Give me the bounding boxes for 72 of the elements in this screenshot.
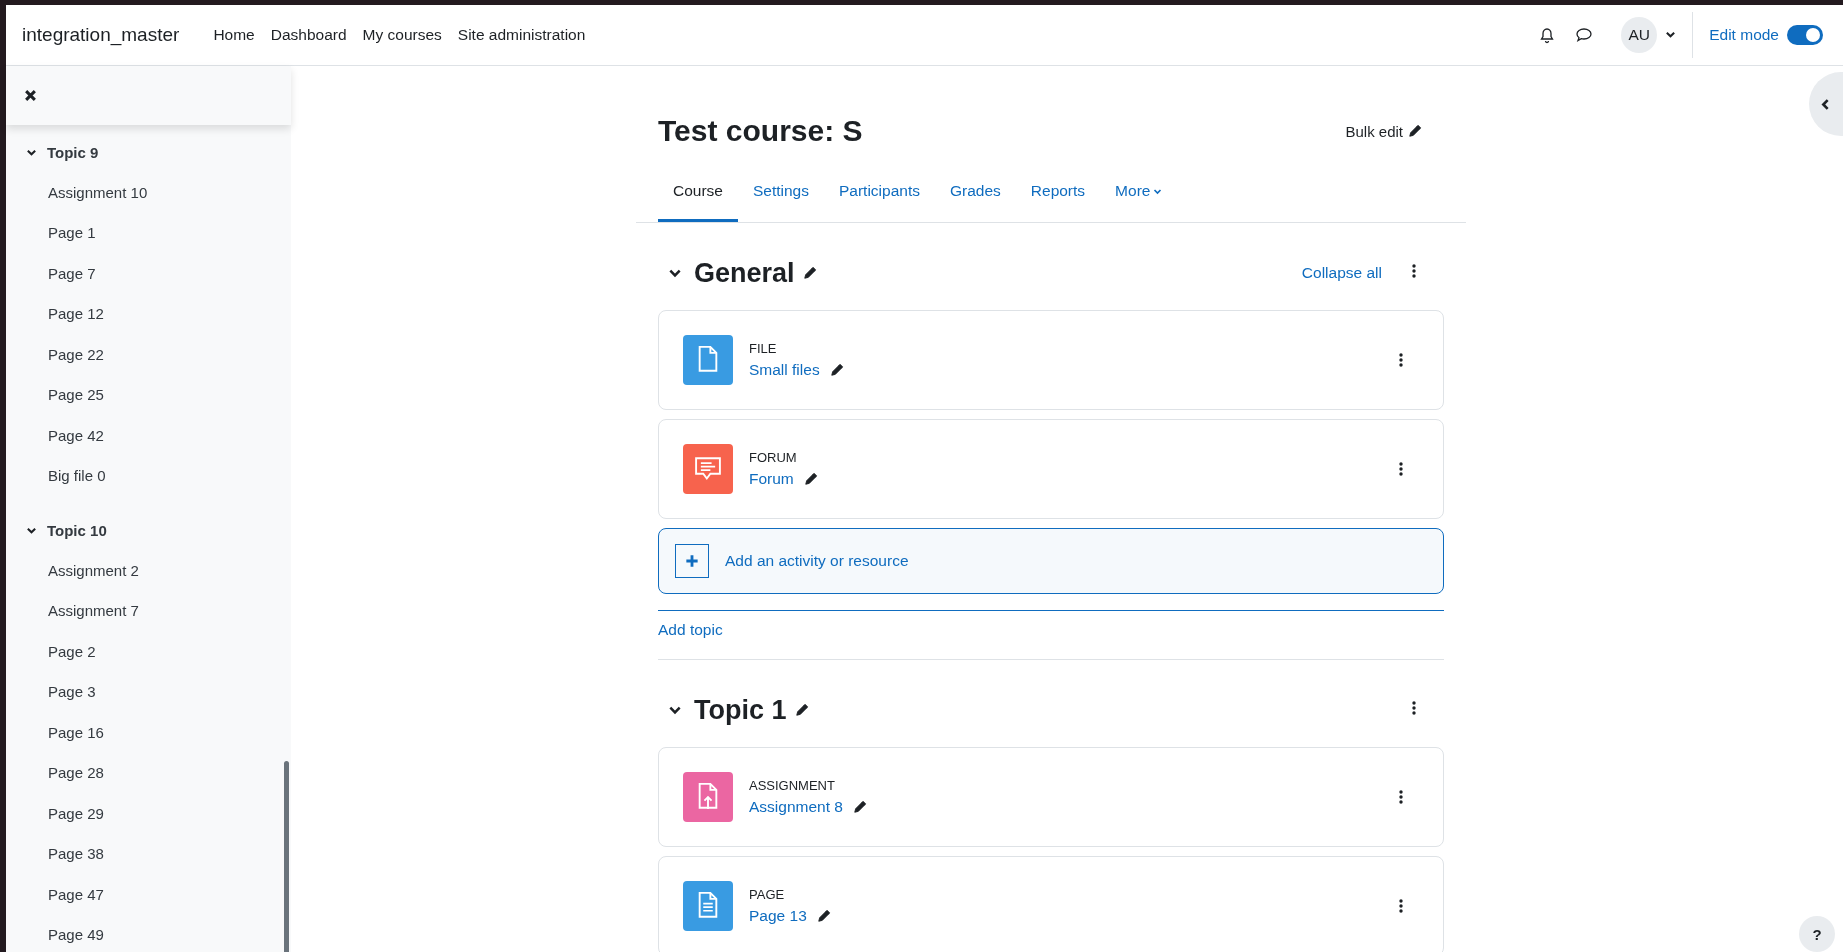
sidebar-item[interactable]: Page 3 xyxy=(48,683,96,701)
activity-type: ASSIGNMENT xyxy=(749,778,836,793)
add-topic-link[interactable]: Add topic xyxy=(658,621,723,638)
more-options-icon[interactable] xyxy=(1399,353,1403,367)
sidebar-item[interactable]: Page 16 xyxy=(48,723,104,741)
speech-bubble-icon xyxy=(683,444,733,494)
sidebar-item[interactable]: Assignment 10 xyxy=(48,183,148,201)
more-options-icon[interactable] xyxy=(1412,264,1416,278)
user-avatar[interactable]: AU xyxy=(1621,17,1658,53)
add-activity-button[interactable]: Add an activity or resource xyxy=(658,528,1444,594)
edit-mode-toggle[interactable] xyxy=(1787,25,1823,45)
help-button[interactable]: ? xyxy=(1799,916,1835,952)
edit-mode-label: Edit mode xyxy=(1709,26,1779,44)
document-upload-icon xyxy=(683,772,733,822)
course-tab[interactable]: Settings xyxy=(737,166,824,222)
sidebar-item[interactable]: Page 49 xyxy=(48,926,104,944)
sidebar-item[interactable]: Page 22 xyxy=(48,345,104,363)
course-tab[interactable]: Course xyxy=(658,166,738,222)
activity-link[interactable]: Small files xyxy=(749,361,820,379)
more-options-icon[interactable] xyxy=(1412,701,1416,715)
course-tab[interactable]: Reports xyxy=(1015,166,1101,222)
more-options-icon[interactable] xyxy=(1399,462,1403,476)
nav-link[interactable]: Home xyxy=(213,26,255,44)
bulk-edit-button[interactable]: Bulk edit xyxy=(1345,116,1422,146)
sidebar-item[interactable]: Page 25 xyxy=(48,386,104,404)
sidebar-item[interactable]: Page 47 xyxy=(48,885,104,903)
pencil-icon[interactable] xyxy=(803,472,818,486)
course-title: Test course: S xyxy=(658,114,863,148)
activity-link[interactable]: Assignment 8 xyxy=(749,798,843,816)
pencil-icon[interactable] xyxy=(794,703,809,717)
sidebar-item[interactable]: Page 12 xyxy=(48,305,104,323)
pencil-icon[interactable] xyxy=(816,909,831,923)
activity-link[interactable]: Page 13 xyxy=(749,907,807,925)
nav-link[interactable]: Site administration xyxy=(457,26,586,44)
document-icon xyxy=(683,335,733,385)
more-options-icon[interactable] xyxy=(1399,790,1403,804)
pencil-icon[interactable] xyxy=(852,800,867,814)
course-tab[interactable]: Grades xyxy=(934,166,1016,222)
section-title: Topic 1 xyxy=(694,694,787,726)
section-title: General xyxy=(694,257,795,289)
speech-bubble-icon[interactable] xyxy=(1575,27,1594,43)
sidebar-item[interactable]: Page 29 xyxy=(48,804,104,822)
pencil-icon[interactable] xyxy=(1408,124,1422,138)
collapse-all-link[interactable]: Collapse all xyxy=(1301,264,1382,282)
more-options-icon[interactable] xyxy=(1399,899,1403,913)
sidebar-section-title[interactable]: Topic 10 xyxy=(47,521,107,539)
activity-type: PAGE xyxy=(749,887,786,902)
pencil-icon[interactable] xyxy=(802,266,817,280)
sidebar-item[interactable]: Assignment 2 xyxy=(48,561,139,579)
sidebar-item[interactable]: Page 38 xyxy=(48,845,104,863)
sidebar-item[interactable]: Page 28 xyxy=(48,764,104,782)
nav-link[interactable]: Dashboard xyxy=(270,26,347,44)
course-tab[interactable]: More xyxy=(1100,166,1178,222)
sidebar-item[interactable]: Assignment 7 xyxy=(48,602,139,620)
activity-type: FORUM xyxy=(749,450,798,465)
plus-icon xyxy=(675,544,709,578)
sidebar-item[interactable]: Page 7 xyxy=(48,264,96,282)
document-text-icon xyxy=(683,881,733,931)
activity-type: FILE xyxy=(749,341,778,356)
bell-icon[interactable] xyxy=(1539,26,1556,44)
site-name[interactable]: integration_master xyxy=(22,24,180,46)
close-icon[interactable] xyxy=(24,89,37,102)
pencil-icon[interactable] xyxy=(829,363,844,377)
sidebar-item[interactable]: Page 1 xyxy=(48,224,96,242)
sidebar-item[interactable]: Big file 0 xyxy=(48,467,106,485)
activity-link[interactable]: Forum xyxy=(749,470,794,488)
caret-icon[interactable] xyxy=(1665,29,1677,40)
sidebar-section-title[interactable]: Topic 9 xyxy=(47,143,99,161)
course-tab[interactable]: Participants xyxy=(824,166,935,222)
nav-link[interactable]: My courses xyxy=(362,26,442,44)
sidebar-item[interactable]: Page 42 xyxy=(48,426,104,444)
sidebar-item[interactable]: Page 2 xyxy=(48,642,96,660)
